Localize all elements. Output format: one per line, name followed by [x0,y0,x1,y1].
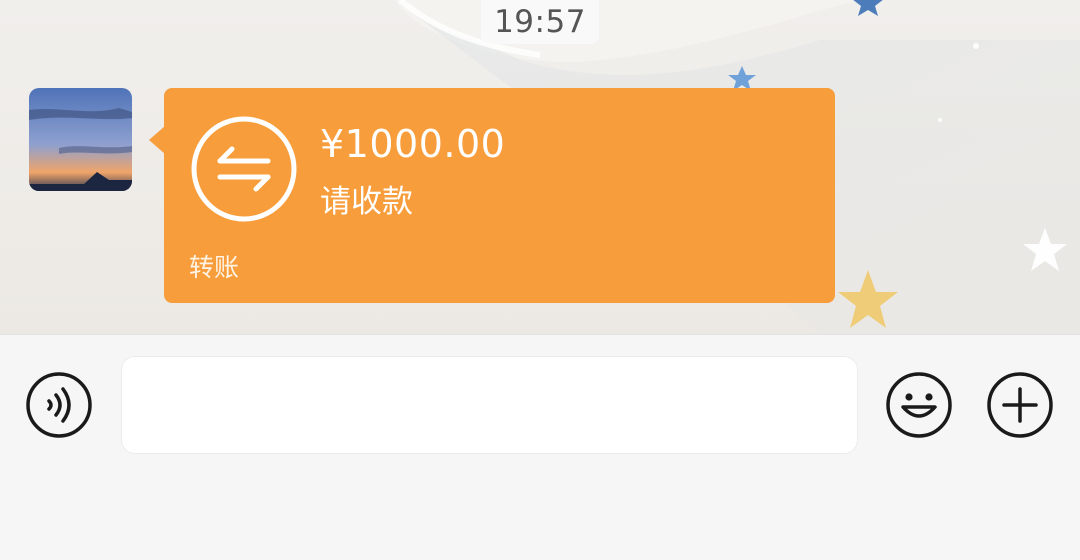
message-input[interactable] [121,356,858,454]
transfer-amount: ¥1000.00 [320,122,506,166]
transfer-message-card[interactable]: ¥1000.00 请收款 转账 [164,88,835,303]
transfer-status: 请收款 [320,184,413,220]
emoji-icon[interactable] [885,371,953,439]
sunset-landscape-image [29,88,132,191]
contact-avatar[interactable] [29,88,132,191]
chat-input-bar [0,334,1080,560]
chat-message-area: 19:57 ¥1000.00 请收款 转账 [0,0,1080,334]
voice-icon[interactable] [25,371,93,439]
message-timestamp: 19:57 [481,0,599,44]
bubble-tail [149,126,165,154]
transfer-label: 转账 [189,253,240,282]
plus-icon[interactable] [986,371,1054,439]
transfer-arrows-icon [191,116,297,222]
chat-screen: 19:57 ¥1000.00 请收款 转账 [0,0,1080,560]
